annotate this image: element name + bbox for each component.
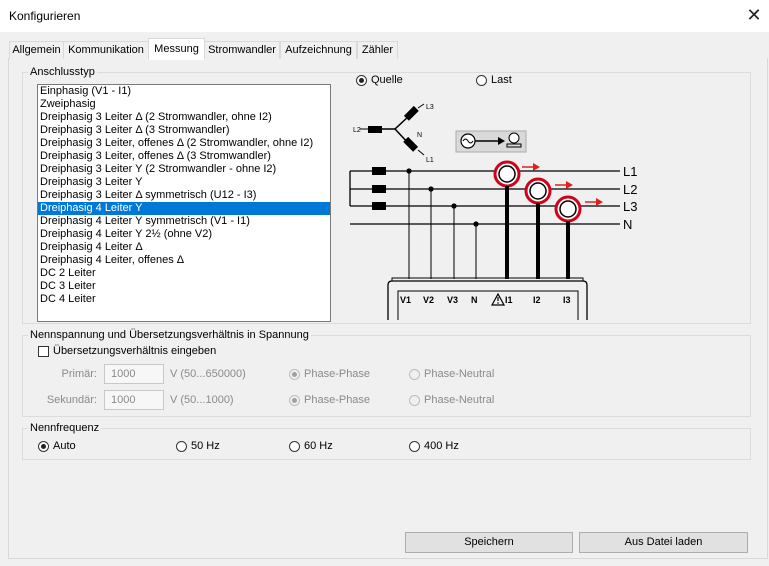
anschlusstyp-list-item[interactable]: Dreiphasig 3 Leiter, offenes Δ (3 Stromw… bbox=[38, 150, 330, 163]
anschlusstyp-list-item[interactable]: Dreiphasig 4 Leiter Y bbox=[38, 202, 330, 215]
anschlusstyp-list-item[interactable]: Dreiphasig 3 Leiter Δ (2 Stromwandler, o… bbox=[38, 111, 330, 124]
anschlusstyp-list-item[interactable]: DC 4 Leiter bbox=[38, 293, 330, 306]
star-connection-icon: L3 L2 L1 N bbox=[353, 103, 434, 164]
tab-aufzeichnung[interactable]: Aufzeichnung bbox=[280, 41, 357, 59]
star-label-l1: L1 bbox=[426, 157, 434, 164]
anschlusstyp-list-item[interactable]: Dreiphasig 3 Leiter Δ (3 Stromwandler) bbox=[38, 124, 330, 137]
anschlusstyp-list-item[interactable]: DC 3 Leiter bbox=[38, 280, 330, 293]
anschlusstyp-listbox[interactable]: Einphasig (V1 - I1) Zweiphasig Dreiphasig … bbox=[37, 84, 331, 322]
sekundaer-input[interactable]: 1000 bbox=[104, 390, 164, 410]
anschlusstyp-list-item[interactable]: Dreiphasig 3 Leiter Δ symmetrisch (U12 -… bbox=[38, 189, 330, 202]
phase-label-l2: L2 bbox=[623, 182, 637, 197]
star-label-l3: L3 bbox=[426, 104, 434, 111]
wiring-diagram: L3 L2 L1 N L1 L2 L3 N V1 V2 V3 N I1 I2 I… bbox=[349, 103, 637, 320]
anschlusstyp-list-item[interactable]: Einphasig (V1 - I1) bbox=[38, 85, 330, 98]
anschlusstyp-list-item[interactable]: Dreiphasig 3 Leiter Y (2 Stromwandler - … bbox=[38, 163, 330, 176]
sekundaer-phase-phase-radio[interactable] bbox=[289, 395, 300, 406]
terminal-n: N bbox=[471, 295, 478, 305]
quelle-radio[interactable] bbox=[356, 75, 367, 86]
primaer-phase-phase-radio[interactable] bbox=[289, 369, 300, 380]
quelle-label: Quelle bbox=[371, 74, 403, 86]
sekundaer-range: V (50...1000) bbox=[170, 394, 234, 406]
tab-messung[interactable]: Messung bbox=[148, 38, 205, 60]
terminal-v2: V2 bbox=[423, 295, 434, 305]
tab-stromwandler[interactable]: Stromwandler bbox=[204, 41, 280, 59]
anschlusstyp-list-item[interactable]: Dreiphasig 4 Leiter, offenes Δ bbox=[38, 254, 330, 267]
sekundaer-phase-neutral-label: Phase-Neutral bbox=[424, 394, 495, 406]
nennspannung-label: Nennspannung und Übersetzungsverhältnis … bbox=[28, 329, 311, 341]
last-label: Last bbox=[491, 74, 512, 86]
sekundaer-label: Sekundär: bbox=[46, 394, 97, 406]
anschlusstyp-list-item[interactable]: DC 2 Leiter bbox=[38, 267, 330, 280]
star-label-n: N bbox=[417, 132, 422, 139]
terminal-i1: I1 bbox=[505, 295, 513, 305]
primaer-phase-phase-label: Phase-Phase bbox=[304, 368, 371, 380]
star-label-l2: L2 bbox=[353, 127, 361, 134]
nennfrequenz-group bbox=[22, 428, 751, 460]
save-button[interactable]: Speichern bbox=[405, 532, 573, 553]
load-from-file-button[interactable]: Aus Datei laden bbox=[579, 532, 748, 553]
window-title: Konfigurieren bbox=[9, 9, 81, 23]
anschlusstyp-list-item[interactable]: Dreiphasig 4 Leiter Δ bbox=[38, 241, 330, 254]
freq-auto-radio[interactable] bbox=[38, 441, 49, 452]
warning-icon bbox=[490, 292, 506, 306]
freq-50-label: 50 Hz bbox=[191, 440, 220, 452]
uebersetzung-label: Übersetzungsverhältnis eingeben bbox=[53, 345, 217, 357]
anschlusstyp-list-item[interactable]: Dreiphasig 4 Leiter Y 2½ (ohne V2) bbox=[38, 228, 330, 241]
freq-400-radio[interactable] bbox=[409, 441, 420, 452]
uebersetzung-checkbox[interactable] bbox=[38, 346, 49, 357]
terminal-v1: V1 bbox=[400, 295, 411, 305]
freq-60-label: 60 Hz bbox=[304, 440, 333, 452]
freq-auto-label: Auto bbox=[53, 440, 76, 452]
freq-400-label: 400 Hz bbox=[424, 440, 459, 452]
primaer-input[interactable]: 1000 bbox=[104, 364, 164, 384]
anschlusstyp-list-item[interactable]: Zweiphasig bbox=[38, 98, 330, 111]
meter-device-icon bbox=[387, 277, 588, 320]
phase-label-l1: L1 bbox=[623, 164, 637, 179]
sekundaer-phase-neutral-radio[interactable] bbox=[409, 395, 420, 406]
sekundaer-phase-phase-label: Phase-Phase bbox=[304, 394, 371, 406]
freq-50-radio[interactable] bbox=[176, 441, 187, 452]
phase-label-l3: L3 bbox=[623, 199, 637, 214]
terminal-i2: I2 bbox=[533, 295, 541, 305]
current-clamp-i2-icon bbox=[524, 177, 573, 279]
anschlusstyp-label: Anschlusstyp bbox=[28, 66, 97, 78]
primaer-range: V (50...650000) bbox=[170, 368, 246, 380]
primaer-label: Primär: bbox=[61, 368, 97, 380]
last-radio[interactable] bbox=[476, 75, 487, 86]
current-clamp-i3-icon bbox=[554, 195, 603, 279]
freq-60-radio[interactable] bbox=[289, 441, 300, 452]
terminal-i3: I3 bbox=[563, 295, 571, 305]
primaer-phase-neutral-radio[interactable] bbox=[409, 369, 420, 380]
phase-label-n: N bbox=[623, 217, 632, 232]
primaer-phase-neutral-label: Phase-Neutral bbox=[424, 368, 495, 380]
source-to-load-icon bbox=[455, 130, 527, 153]
title-bar bbox=[0, 0, 769, 32]
tab-kommunikation[interactable]: Kommunikation bbox=[63, 41, 149, 59]
nennfrequenz-label: Nennfrequenz bbox=[28, 422, 102, 434]
anschlusstyp-list-item[interactable]: Dreiphasig 4 Leiter Y symmetrisch (V1 - … bbox=[38, 215, 330, 228]
tab-zaehler[interactable]: Zähler bbox=[357, 41, 398, 59]
terminal-v3: V3 bbox=[447, 295, 458, 305]
anschlusstyp-list-item[interactable]: Dreiphasig 3 Leiter Y bbox=[38, 176, 330, 189]
tab-allgemein[interactable]: Allgemein bbox=[9, 41, 64, 59]
anschlusstyp-list: Einphasig (V1 - I1) Zweiphasig Dreiphasig … bbox=[38, 85, 330, 306]
close-icon[interactable]: ✕ bbox=[744, 4, 764, 26]
anschlusstyp-list-item[interactable]: Dreiphasig 3 Leiter, offenes Δ (2 Stromw… bbox=[38, 137, 330, 150]
